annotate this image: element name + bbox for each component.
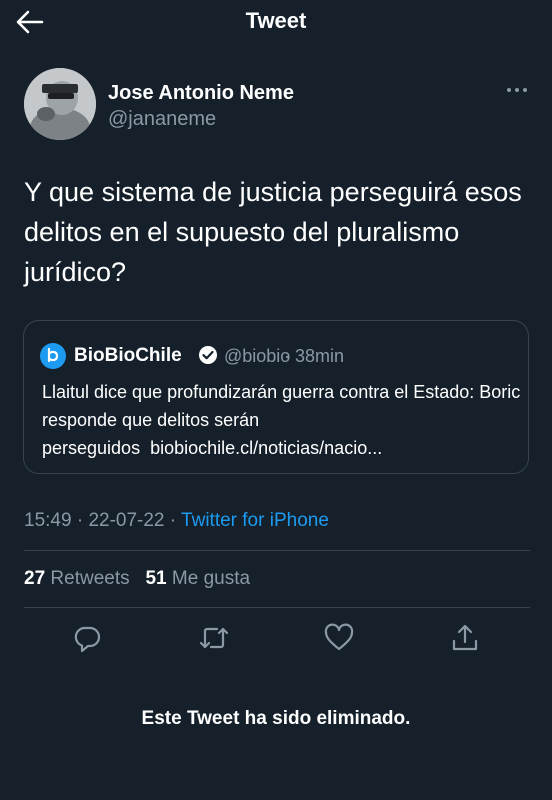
retweets-count: 27 [24, 568, 46, 589]
quoted-tweet[interactable]: BioBioChile @biobio · 38min Llaitul dice… [23, 320, 529, 474]
tweet-time: 15:49 [24, 510, 72, 531]
tweet-source-link[interactable]: Twitter for iPhone [181, 510, 329, 531]
divider [24, 607, 530, 608]
tweet-date: 22-07-22 [88, 510, 165, 531]
quoted-link[interactable]: biobiochile.cl/noticias/nacio... [150, 438, 382, 458]
action-bar [0, 620, 552, 660]
author-name[interactable]: Jose Antonio Neme [108, 82, 294, 105]
tweet-meta: 15:49 · 22-07-22 · Twitter for iPhone [24, 510, 329, 532]
retweets-stat[interactable]: 27 Retweets [24, 568, 130, 589]
meta-separator: · [164, 510, 182, 531]
page-title: Tweet [245, 8, 307, 33]
quoted-tweet-text: Llaitul dice que profundizarán guerra co… [42, 378, 522, 462]
quoted-author-name: BioBioChile [74, 345, 182, 366]
author-handle[interactable]: @jananeme [108, 108, 216, 131]
like-icon[interactable] [321, 620, 357, 656]
tweet-text: Y que sistema de justicia perseguirá eso… [24, 177, 522, 287]
share-icon[interactable] [447, 620, 483, 656]
more-icon[interactable] [504, 80, 530, 100]
verified-badge-icon [198, 345, 218, 365]
quoted-author-handle: @biobio [224, 346, 291, 366]
quoted-timestamp: 38min [295, 346, 345, 366]
retweet-icon[interactable] [196, 620, 232, 656]
separator-dot: · [284, 346, 290, 366]
biobio-logo-icon [40, 343, 66, 369]
tweet-stats: 27 Retweets 51 Me gusta [24, 568, 250, 590]
divider [24, 550, 530, 551]
meta-separator: · [71, 510, 89, 531]
avatar[interactable] [24, 68, 96, 140]
retweets-label: Retweets [50, 568, 130, 589]
top-bar: Tweet [0, 0, 552, 44]
tweet-author: Jose Antonio Neme @jananeme [24, 68, 534, 144]
deleted-tweet-notice: Este Tweet ha sido eliminado. [141, 708, 411, 729]
likes-count: 51 [145, 568, 167, 589]
likes-stat[interactable]: 51 Me gusta [145, 568, 250, 589]
likes-label: Me gusta [171, 568, 251, 589]
reply-icon[interactable] [69, 620, 105, 656]
